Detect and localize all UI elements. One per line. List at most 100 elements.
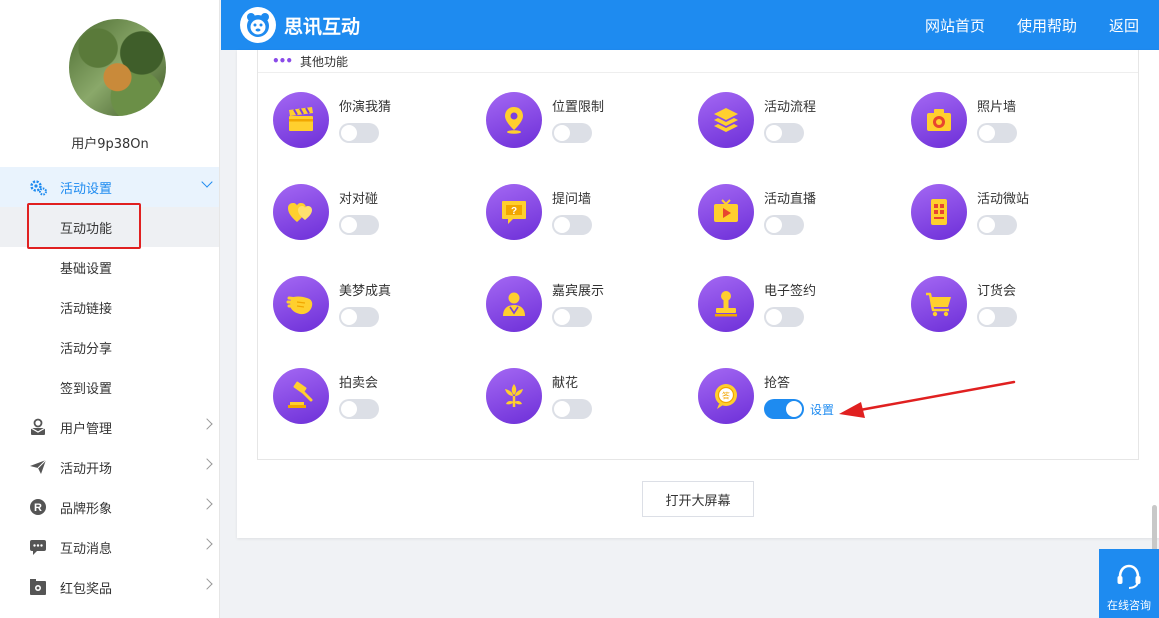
gears-icon [28,177,48,197]
feature-label: 照片墙 [977,100,1017,115]
svg-text:答: 答 [722,391,730,401]
feature-guess-act: 你演我猜 [273,92,473,152]
gift-box-icon [28,577,48,597]
feature-label: 嘉宾展示 [552,284,605,299]
feature-photo-wall: 照片墙 [911,92,1111,152]
feature-label: 活动微站 [977,192,1030,207]
top-header: 思讯互动 网站首页 使用帮助 返回 [221,0,1159,50]
feature-toggle-on[interactable] [764,399,804,419]
feature-label: 提问墙 [552,192,592,207]
chevron-right-icon [201,538,213,550]
chevron-right-icon [201,578,213,590]
feature-activity-flow: 活动流程 [698,92,898,152]
consult-label: 在线咨询 [1107,599,1151,612]
chevron-right-icon [201,418,213,430]
feature-micro-site: 活动微站 [911,184,1111,244]
sidebar-item-label: 互动消息 [60,541,113,557]
sidebar-item-red-packet-prizes[interactable]: 红包奖品 [0,567,219,607]
sidebar-item-brand-image[interactable]: R 品牌形象 [0,487,219,527]
sidebar-subitem-basic-settings[interactable]: 基础设置 [0,247,219,287]
sidebar-item-user-management[interactable]: 用户管理 [0,407,219,447]
feature-toggle[interactable] [339,399,379,419]
feature-toggle[interactable] [552,399,592,419]
feature-label: 对对碰 [339,192,379,207]
section-title-text: 其他功能 [300,54,349,69]
svg-text:?: ? [511,206,517,217]
feature-guest-showcase: 嘉宾展示 [486,276,686,336]
feature-toggle[interactable] [552,307,592,327]
shopping-cart-icon [911,276,967,332]
sidebar: 用户9p38On 活动设置 互动功能 基础设置 活动链接 活动分享 签到设置 用… [0,0,220,618]
feature-match-pair: 对对碰 [273,184,473,244]
feature-toggle[interactable] [552,215,592,235]
nav-help-link[interactable]: 使用帮助 [1017,15,1077,36]
other-functions-card: ••• 其他功能 你演我猜 位置限制 活动流程 照片墙 对对碰 ? 提问墙 活动… [257,50,1139,460]
feature-label: 活动直播 [764,192,817,207]
feature-label: 你演我猜 [339,100,392,115]
feature-settings-link[interactable]: 设置 [810,401,834,418]
feature-toggle[interactable] [764,123,804,143]
user-mail-icon [28,417,48,437]
feature-label: 位置限制 [552,100,605,115]
feature-toggle[interactable] [339,215,379,235]
sidebar-item-interactive-messages[interactable]: 互动消息 [0,527,219,567]
sidebar-item-activity-opening[interactable]: 活动开场 [0,447,219,487]
feature-toggle[interactable] [977,123,1017,143]
wave-hand-icon [273,276,329,332]
feature-toggle[interactable] [977,215,1017,235]
camera-icon [911,92,967,148]
sidebar-item-label: 品牌形象 [60,501,113,517]
feature-label: 抢答 [764,376,791,391]
feature-toggle[interactable] [977,307,1017,327]
feature-toggle[interactable] [764,307,804,327]
feature-label: 献花 [552,376,579,391]
open-big-screen-button[interactable]: 打开大屏幕 [642,481,754,517]
section-title: ••• 其他功能 [272,50,348,72]
sidebar-subitem-activity-link[interactable]: 活动链接 [0,287,219,327]
feature-quick-answer: 答 抢答 设置 [698,368,898,428]
sidebar-item-label: 活动设置 [60,181,113,197]
feature-label: 电子签约 [764,284,817,299]
sidebar-subitem-checkin-settings[interactable]: 签到设置 [0,367,219,407]
bear-logo-icon [240,7,276,43]
question-board-icon: ? [486,184,542,240]
sidebar-item-activity-settings[interactable]: 活动设置 [0,167,219,207]
feature-label: 活动流程 [764,100,817,115]
layers-icon [698,92,754,148]
nav-back-link[interactable]: 返回 [1109,15,1139,36]
feature-location-limit: 位置限制 [486,92,686,152]
feature-e-sign: 电子签约 [698,276,898,336]
feature-toggle[interactable] [764,215,804,235]
chevron-right-icon [201,498,213,510]
feature-label: 美梦成真 [339,284,392,299]
feature-toggle[interactable] [552,123,592,143]
sidebar-item-label: 活动开场 [60,461,113,477]
top-nav: 网站首页 使用帮助 返回 [913,0,1159,50]
avatar[interactable] [69,19,166,116]
nav-home-link[interactable]: 网站首页 [925,15,985,36]
registered-icon: R [28,497,48,517]
double-heart-icon [273,184,329,240]
clapperboard-icon [273,92,329,148]
chevron-down-icon [201,176,213,188]
feature-live-broadcast: 活动直播 [698,184,898,244]
page-scrollbar[interactable] [1152,505,1157,555]
main-panel: ••• 其他功能 你演我猜 位置限制 活动流程 照片墙 对对碰 ? 提问墙 活动… [237,50,1159,538]
feature-label: 拍卖会 [339,376,379,391]
username: 用户9p38On [71,137,149,152]
chat-bubble-icon [28,537,48,557]
headset-icon [1117,564,1141,589]
feature-toggle[interactable] [339,307,379,327]
sidebar-subitem-interactive-functions[interactable]: 互动功能 [0,207,219,247]
feature-flower-gift: 献花 [486,368,686,428]
feature-auction: 拍卖会 [273,368,473,428]
feature-dream-come-true: 美梦成真 [273,276,473,336]
online-consult-button[interactable]: 在线咨询 [1099,549,1159,618]
feature-toggle[interactable] [339,123,379,143]
location-pin-icon [486,92,542,148]
dots-icon: ••• [272,54,293,68]
sidebar-subitem-activity-share[interactable]: 活动分享 [0,327,219,367]
stamp-icon [698,276,754,332]
svg-text:R: R [34,502,42,514]
feature-question-wall: ? 提问墙 [486,184,686,244]
